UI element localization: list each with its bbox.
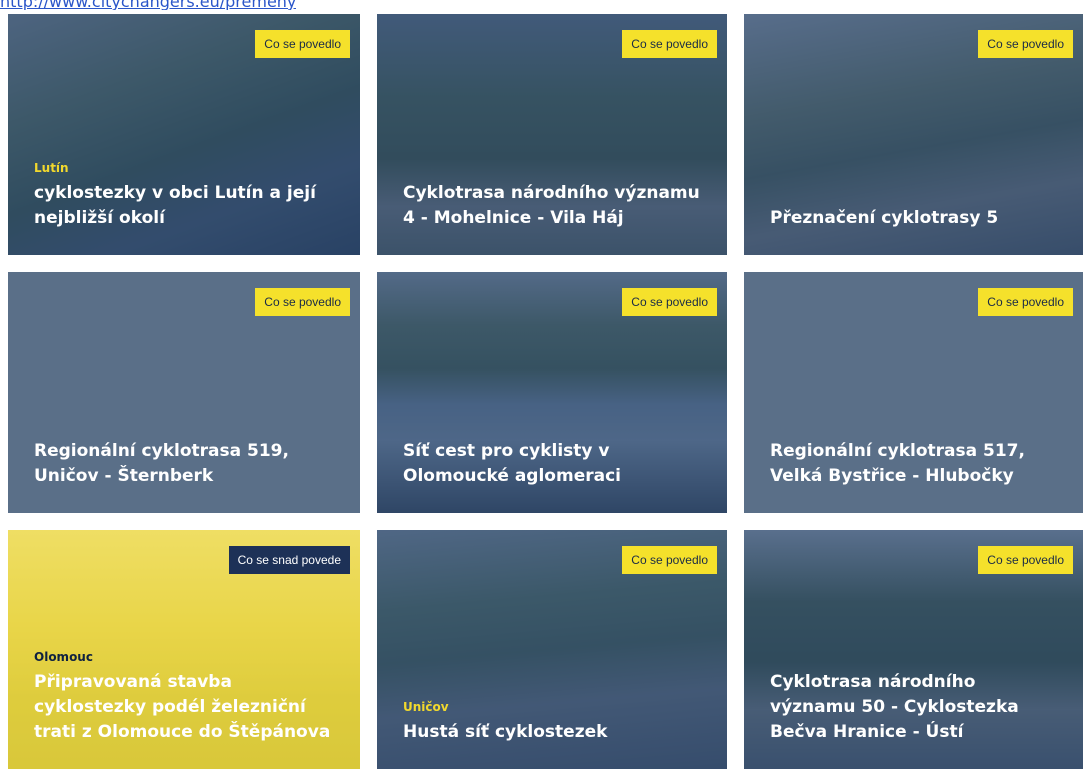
status-badge: Co se povedlo <box>255 288 350 316</box>
status-badge: Co se povedlo <box>978 30 1073 58</box>
project-card-lutin[interactable]: Co se povedlo Lutín cyklostezky v obci L… <box>8 14 360 255</box>
status-badge: Co se povedlo <box>622 546 717 574</box>
project-card-velka-bystrice[interactable]: Co se povedlo Regionální cyklotrasa 517,… <box>744 272 1083 513</box>
card-location: Lutín <box>34 161 69 175</box>
status-badge: Co se povedlo <box>255 30 350 58</box>
card-title: Hustá síť cyklostezek <box>403 722 608 742</box>
card-title: Cyklotrasa národního významu 50 - Cyklos… <box>770 672 1019 742</box>
card-title: Cyklotrasa národního významu 4 - Mohelni… <box>403 183 700 228</box>
project-card-olomouc-stepanov[interactable]: Co se snad povede Olomouc Připravovaná s… <box>8 530 360 769</box>
project-card-unicov-sternberk[interactable]: Co se povedlo Regionální cyklotrasa 519,… <box>8 272 360 513</box>
status-badge: Co se povedlo <box>978 546 1073 574</box>
card-location: Uničov <box>403 700 449 714</box>
project-card-mohelnice[interactable]: Co se povedlo Cyklotrasa národního význa… <box>377 14 727 255</box>
project-card-olomoucka-aglomerace[interactable]: Co se povedlo Síť cest pro cyklisty v Ol… <box>377 272 727 513</box>
project-card-cyklotrasa-5[interactable]: Co se povedlo Přeznačení cyklotrasy 5 <box>744 14 1083 255</box>
status-badge: Co se povedlo <box>978 288 1073 316</box>
status-badge: Co se povedlo <box>622 288 717 316</box>
project-card-unicov[interactable]: Co se povedlo Uničov Hustá síť cyklostez… <box>377 530 727 769</box>
project-card-becva-hranice[interactable]: Co se povedlo Cyklotrasa národního význa… <box>744 530 1083 769</box>
card-title: cyklostezky v obci Lutín a její nejbližš… <box>34 183 316 228</box>
top-link[interactable]: http://www.citychangers.eu/premeny <box>0 0 296 10</box>
status-badge: Co se povedlo <box>622 30 717 58</box>
status-badge: Co se snad povede <box>228 546 350 574</box>
card-title: Přeznačení cyklotrasy 5 <box>770 208 999 228</box>
card-location: Olomouc <box>34 650 93 664</box>
card-title: Regionální cyklotrasa 519, Uničov - Šter… <box>34 441 289 486</box>
card-title: Regionální cyklotrasa 517, Velká Bystřic… <box>770 441 1025 486</box>
card-title: Síť cest pro cyklisty v Olomoucké aglome… <box>403 441 621 486</box>
card-title: Připravovaná stavba cyklostezky podél že… <box>34 672 331 742</box>
